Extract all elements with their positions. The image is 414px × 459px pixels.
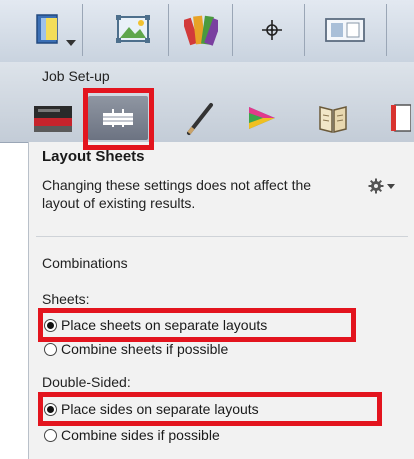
- radio-label: Combine sheets if possible: [61, 341, 229, 357]
- chevron-down-icon: [387, 183, 395, 189]
- report-icon: [391, 104, 411, 132]
- radio-label: Combine sides if possible: [61, 427, 220, 443]
- book-icon: [319, 106, 347, 133]
- color-swatches-button[interactable]: [178, 4, 224, 56]
- panel-description: Changing these settings does not affect …: [42, 177, 312, 211]
- printer-tool[interactable]: [28, 96, 78, 140]
- chevron-down-icon[interactable]: [66, 40, 76, 46]
- crosshair-icon: [262, 20, 282, 40]
- job-setup-label: Job Set-up: [42, 68, 110, 84]
- image-frame-icon: [116, 15, 150, 43]
- image-frame-button[interactable]: [100, 4, 164, 56]
- radio-combine-sides[interactable]: Combine sides if possible: [44, 427, 220, 443]
- color-wheel-icon: [249, 107, 275, 129]
- combinations-heading: Combinations: [42, 255, 128, 271]
- divider: [36, 236, 408, 237]
- document-panel-icon: [36, 14, 58, 44]
- radio-combine-sheets[interactable]: Combine sheets if possible: [44, 341, 228, 357]
- report-tool[interactable]: [384, 96, 414, 140]
- crosshair-button[interactable]: [240, 4, 304, 56]
- radio-button[interactable]: [44, 428, 57, 442]
- layout-preview-icon: [325, 18, 365, 42]
- book-tool[interactable]: [308, 96, 358, 140]
- color-swatches-icon: [184, 15, 218, 46]
- printer-icon: [34, 106, 72, 132]
- double-sided-label: Double-Sided:: [42, 374, 131, 390]
- sheets-label: Sheets:: [42, 291, 90, 307]
- settings-menu-button[interactable]: [368, 178, 395, 194]
- radio-button[interactable]: [44, 342, 57, 356]
- panel-title: Layout Sheets: [42, 148, 145, 165]
- highlight-box-sheets-option: [38, 308, 356, 342]
- highlight-box-sides-option: [38, 392, 382, 426]
- layout-preview-button[interactable]: [316, 4, 374, 56]
- highlight-box-layout-tool: [83, 88, 154, 150]
- color-wheel-tool[interactable]: [236, 96, 286, 140]
- gear-icon: [368, 178, 384, 194]
- top-toolbar: [0, 0, 414, 63]
- pen-icon: [187, 103, 213, 135]
- document-panel-button[interactable]: [34, 4, 64, 56]
- pen-tool[interactable]: [174, 96, 224, 140]
